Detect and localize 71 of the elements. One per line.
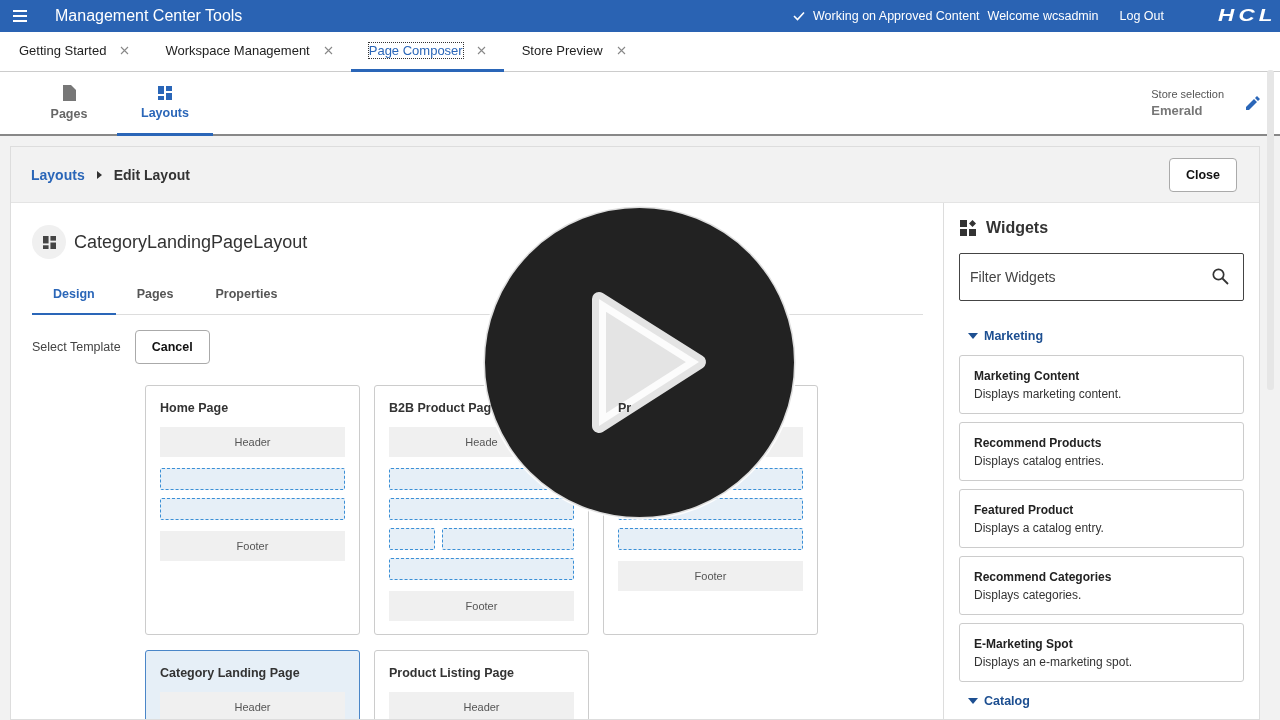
scrollbar[interactable] bbox=[1267, 70, 1274, 390]
header-block: Header bbox=[160, 427, 345, 457]
select-template-label: Select Template bbox=[32, 340, 121, 354]
footer-block: Footer bbox=[160, 531, 345, 561]
close-icon[interactable] bbox=[120, 46, 130, 55]
breadcrumb-link[interactable]: Layouts bbox=[31, 166, 85, 183]
widget-name: Featured Product bbox=[974, 502, 1075, 517]
widget-card[interactable]: Recommend Categories Displays categories. bbox=[959, 556, 1244, 615]
tab[interactable]: Workspace Management bbox=[147, 32, 351, 72]
widget-description: Displays marketing content. bbox=[974, 386, 1123, 401]
layout-title: CategoryLandingPageLayout bbox=[74, 231, 308, 253]
store-label: Store selection bbox=[1151, 88, 1224, 100]
close-button[interactable]: Close bbox=[1168, 157, 1237, 192]
template-card[interactable]: Product Listing Page Header bbox=[374, 650, 589, 719]
content-slot bbox=[389, 528, 435, 550]
widget-name: E-Marketing Spot bbox=[974, 636, 1074, 651]
group-toggle[interactable]: Marketing bbox=[968, 329, 1244, 343]
template-title: Pr bbox=[618, 401, 632, 415]
edit-icon[interactable] bbox=[1246, 96, 1260, 110]
logo: HCL bbox=[1218, 7, 1278, 25]
widget-card[interactable]: Featured Product Displays a catalog entry. bbox=[959, 489, 1244, 548]
template-title: Home Page bbox=[160, 401, 229, 415]
search-icon[interactable] bbox=[1212, 268, 1229, 285]
template-card[interactable]: Category Landing Page Header bbox=[145, 650, 360, 719]
caret-icon bbox=[968, 698, 978, 704]
welcome-text: Welcome wcsadmin bbox=[987, 9, 1099, 23]
check-icon bbox=[793, 11, 806, 21]
tab[interactable]: Store Preview bbox=[503, 32, 644, 72]
widget-description: Displays a catalog entry. bbox=[974, 520, 1105, 535]
store-name: Emerald bbox=[1151, 103, 1204, 118]
close-icon[interactable] bbox=[476, 46, 486, 55]
widget-name: Recommend Categories bbox=[974, 569, 1113, 584]
template-title: Product Listing Page bbox=[389, 666, 514, 680]
widget-description: Displays an e-marketing spot. bbox=[974, 654, 1134, 669]
template-title: B2B Product Pag bbox=[389, 401, 492, 415]
group-toggle[interactable]: Catalog bbox=[968, 694, 1244, 708]
widget-card[interactable]: Marketing Content Displays marketing content. bbox=[959, 355, 1244, 414]
caret-icon bbox=[968, 333, 978, 339]
widget-description: Displays catalog entries. bbox=[974, 453, 1106, 468]
widgets-icon bbox=[960, 220, 977, 236]
chevron-icon bbox=[96, 170, 102, 179]
nav-tab[interactable]: Pages bbox=[21, 72, 117, 136]
layout-icon bbox=[158, 85, 172, 100]
header-block: Header bbox=[160, 692, 345, 719]
logout-link[interactable]: Log Out bbox=[1119, 9, 1164, 23]
tab[interactable]: Pages bbox=[115, 275, 195, 315]
document-icon bbox=[62, 84, 76, 101]
tab[interactable]: Properties bbox=[194, 275, 299, 315]
widget-name: Marketing Content bbox=[974, 368, 1081, 383]
filter-field[interactable]: Filter Widgets bbox=[959, 253, 1244, 301]
cancel-button[interactable]: Cancel bbox=[134, 330, 210, 364]
template-title: Category Landing Page bbox=[160, 666, 300, 680]
widget-card[interactable]: Recommend Products Displays catalog entries. bbox=[959, 422, 1244, 481]
breadcrumb-current: Edit Layout bbox=[113, 166, 190, 183]
menu-icon[interactable] bbox=[13, 10, 27, 22]
layout-icon bbox=[32, 225, 66, 259]
app-title: Management Center Tools bbox=[55, 7, 243, 25]
widget-description: Displays categories. bbox=[974, 587, 1083, 602]
tab[interactable]: Design bbox=[32, 275, 116, 315]
template-card[interactable]: Home Page Header Footer bbox=[145, 385, 360, 635]
close-icon[interactable] bbox=[616, 46, 626, 55]
widget-card[interactable]: E-Marketing Spot Displays an e-marketing spot. bbox=[959, 623, 1244, 682]
tab[interactable]: Getting Started bbox=[0, 32, 148, 72]
footer-block: Footer bbox=[618, 561, 803, 591]
header-block: Header bbox=[389, 692, 574, 719]
widget-name: Recommend Products bbox=[974, 435, 1103, 450]
nav-tab[interactable]: Layouts bbox=[117, 72, 213, 136]
widgets-title: Widgets bbox=[986, 219, 1049, 237]
footer-block: Footer bbox=[389, 591, 574, 621]
content-status: Working on Approved Content bbox=[813, 9, 980, 23]
close-icon[interactable] bbox=[323, 46, 333, 55]
